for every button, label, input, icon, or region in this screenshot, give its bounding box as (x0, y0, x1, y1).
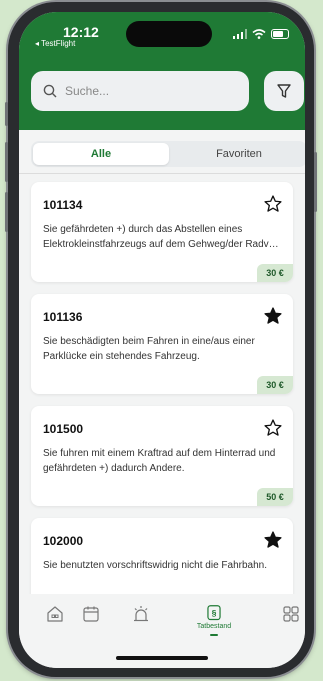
app-screen: 12:12 ◂ TestFlight Suche... Alle Favorit… (19, 12, 305, 668)
item-id: 101136 (43, 310, 83, 324)
star-outline-icon[interactable] (263, 418, 283, 438)
item-description: Sie beschädigten beim Fahren in eine/aus… (43, 336, 255, 362)
battery-icon (271, 29, 289, 39)
dynamic-island (126, 21, 212, 47)
item-description: Sie gefährdeten +) durch das Abstellen e… (43, 224, 279, 250)
item-description: Sie fuhren mit einem Kraftrad auf dem Hi… (43, 448, 276, 474)
filter-icon (277, 84, 291, 98)
wifi-icon (252, 29, 266, 39)
star-filled-icon[interactable] (263, 530, 283, 550)
filter-button[interactable] (264, 71, 304, 111)
list-item[interactable]: 101500 Sie fuhren mit einem Kraftrad auf… (31, 406, 293, 506)
segmented-control: Alle Favoriten (31, 141, 305, 167)
search-icon (43, 84, 57, 98)
list-item[interactable]: 101136 Sie beschädigten beim Fahren in e… (31, 294, 293, 394)
tab-tatbestand-label: Tatbestand (196, 623, 232, 631)
item-id: 102000 (43, 534, 84, 548)
status-time: 12:12 (63, 24, 99, 40)
app-header: 12:12 ◂ TestFlight (19, 12, 305, 130)
tab-home[interactable] (35, 604, 75, 636)
tab-more[interactable] (271, 604, 305, 636)
paragraph-icon: § (207, 605, 221, 621)
back-to-testflight[interactable]: ◂ TestFlight (35, 39, 75, 48)
grid-icon (283, 606, 299, 622)
item-id: 101500 (43, 422, 84, 436)
offense-list: 101134 Sie gefährdeten +) durch das Abst… (19, 174, 305, 594)
house-icon (47, 606, 63, 622)
status-icons (233, 28, 289, 40)
item-id: 101134 (43, 198, 83, 212)
star-outline-icon[interactable] (263, 194, 283, 214)
phone-side-button (5, 102, 8, 126)
status-bar: 12:12 ◂ TestFlight (19, 12, 305, 56)
calendar-icon (83, 606, 99, 622)
phone-volume-up-button (5, 142, 8, 182)
tab-alarm[interactable] (121, 604, 161, 636)
list-item[interactable]: 102000 Sie benutzten vorschriftswidrig n… (31, 518, 293, 594)
star-filled-icon[interactable] (263, 306, 283, 326)
tab-tatbestand[interactable]: § Tatbestand (191, 604, 237, 636)
siren-icon (134, 606, 148, 622)
price-badge: 30 € (257, 376, 293, 394)
paragraph-glyph: § (212, 608, 217, 618)
tab-calendar[interactable] (71, 604, 111, 636)
home-indicator (116, 656, 208, 660)
list-item[interactable]: 101134 Sie gefährdeten +) durch das Abst… (31, 182, 293, 282)
search-input[interactable] (63, 83, 227, 99)
active-tab-indicator (210, 634, 218, 636)
phone-volume-down-button (5, 192, 8, 232)
item-description: Sie benutzten vorschriftswidrig nicht di… (43, 560, 268, 571)
tab-favorites[interactable]: Favoriten (171, 143, 305, 165)
price-badge: 30 € (257, 264, 293, 282)
search-bar[interactable] (31, 71, 249, 111)
phone-power-button (314, 152, 317, 212)
tab-all[interactable]: Alle (33, 143, 169, 165)
price-badge: 50 € (257, 488, 293, 506)
signal-icon (233, 29, 247, 39)
